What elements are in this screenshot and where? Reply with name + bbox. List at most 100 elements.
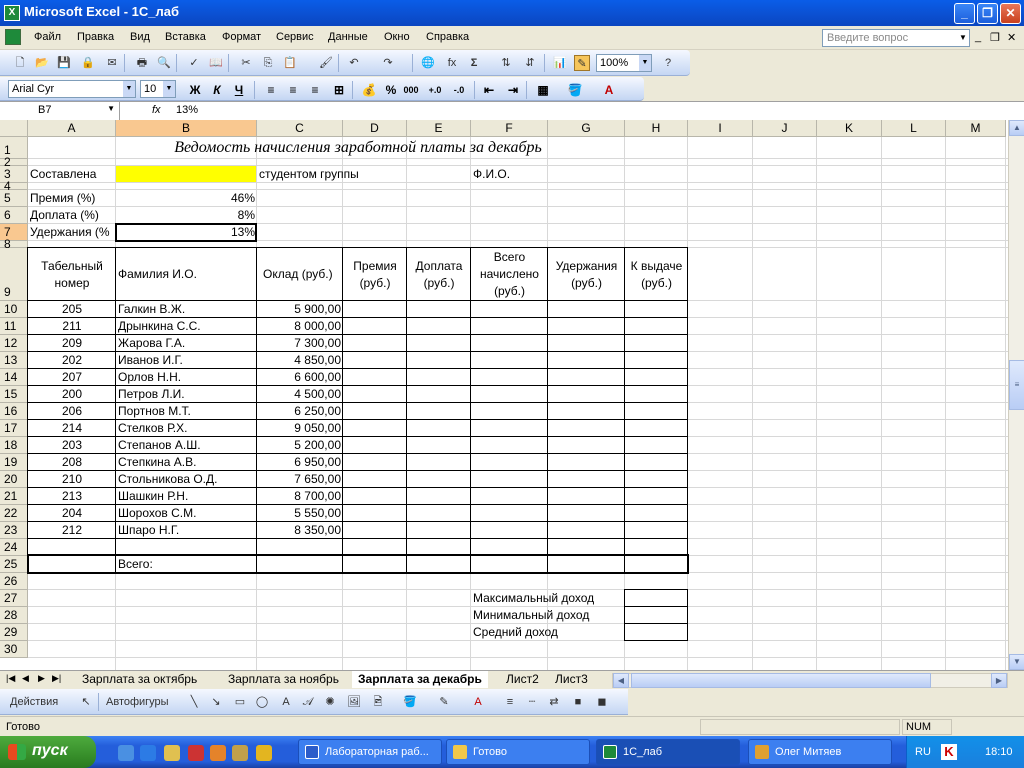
row-header-30[interactable]: 30 [0,641,28,658]
menu-file[interactable]: Файл [34,31,61,43]
chevron-down-icon[interactable]: ▼ [163,81,175,97]
prev-sheet-icon[interactable]: ◀ [22,673,29,684]
worksheet-grid[interactable]: A B C D E F G H I J K L M 1 2 3 4 5 6 7 8 9 10 11 12 13 14 15 16 17 18… [0,120,1008,670]
horizontal-scrollbar[interactable]: ◀ ▶ [612,673,1008,688]
row-header-20[interactable]: 20 [0,471,28,488]
row-header-15[interactable]: 15 [0,386,28,403]
column-header-f[interactable]: F [471,120,548,137]
picture-icon[interactable]: 🖻 [370,694,386,710]
line-color-icon[interactable]: ✎ [436,694,452,710]
chart-wizard-icon[interactable]: 📊 [552,55,568,71]
start-button[interactable]: пуск [0,736,96,768]
textbox-icon[interactable]: A [278,694,294,710]
minimize-button[interactable]: _ [954,3,975,24]
row-header-26[interactable]: 26 [0,573,28,590]
row-header-9[interactable]: 9 [0,248,28,301]
row-header-28[interactable]: 28 [0,607,28,624]
row-header-12[interactable]: 12 [0,335,28,352]
row-header-17[interactable]: 17 [0,420,28,437]
zoom-select[interactable]: 100% ▼ [596,54,652,72]
borders-icon[interactable]: ▦ [534,81,552,99]
research-icon[interactable]: 📖 [208,55,224,71]
menu-insert[interactable]: Вставка [165,31,206,43]
row-header-27[interactable]: 27 [0,590,28,607]
chevron-down-icon[interactable]: ▼ [639,55,651,71]
summary-value-box[interactable] [624,606,688,624]
sheet-tab-october[interactable]: Зарплата за октябрь [76,671,203,688]
row-header-24[interactable]: 24 [0,539,28,556]
actions-menu[interactable]: Действия [10,694,58,710]
percent-button[interactable]: % [382,81,400,99]
scroll-down-icon[interactable]: ▼ [1009,654,1024,670]
sheet-tab-list3[interactable]: Лист3 [549,671,594,688]
autoshapes-menu[interactable]: Автофигуры [106,694,169,710]
chevron-down-icon[interactable]: ▼ [123,81,135,97]
row-header-23[interactable]: 23 [0,522,28,539]
align-right-icon[interactable]: ≡ [306,81,324,99]
permission-icon[interactable]: 🔒 [80,55,96,71]
row-header-29[interactable]: 29 [0,624,28,641]
save-icon[interactable]: 💾 [56,55,72,71]
copy-icon[interactable]: ⎘ [260,55,276,71]
function-icon[interactable]: fx [444,55,460,71]
language-indicator[interactable]: RU [915,746,931,758]
column-header-k[interactable]: K [817,120,882,137]
align-center-icon[interactable]: ≡ [284,81,302,99]
line-icon[interactable]: ╲ [186,694,202,710]
row-header-18[interactable]: 18 [0,437,28,454]
column-header-b[interactable]: B [116,120,257,137]
close-button[interactable]: ✕ [1000,3,1021,24]
row-header-16[interactable]: 16 [0,403,28,420]
menu-tools[interactable]: Сервис [276,31,314,43]
task-excel[interactable]: 1С_лаб [596,739,740,765]
autosum-icon[interactable]: Σ [466,55,482,71]
summary-value-box[interactable] [624,589,688,607]
column-header-l[interactable]: L [882,120,946,137]
hscroll-thumb[interactable] [631,673,931,688]
name-box[interactable]: B7 ▼ [0,102,120,120]
highlight-cell[interactable] [116,166,256,182]
bold-button[interactable]: Ж [186,81,204,99]
row-header-19[interactable]: 19 [0,454,28,471]
hyperlink-icon[interactable]: 🌐 [420,55,436,71]
currency-icon[interactable]: 💰 [360,81,378,99]
row-header-10[interactable]: 10 [0,301,28,318]
increase-decimal-icon[interactable]: +.0 [426,81,444,99]
row-header-25[interactable]: 25 [0,556,28,573]
rectangle-icon[interactable]: ▭ [232,694,248,710]
excel-app-icon[interactable]: X [4,5,20,21]
sort-desc-icon[interactable]: ⇵ [522,55,538,71]
sheet-tab-list2[interactable]: Лист2 [500,671,545,688]
menu-window[interactable]: Окно [384,31,410,43]
spelling-icon[interactable]: ✓ [186,55,202,71]
doc-close-button[interactable]: ✕ [1007,31,1016,44]
restore-button[interactable]: ❐ [977,3,998,24]
open-icon[interactable]: 📂 [34,55,50,71]
font-color-icon[interactable]: A [470,694,486,710]
desktop-icon[interactable] [118,745,134,761]
row-header-21[interactable]: 21 [0,488,28,505]
3d-icon[interactable]: ◼ [594,694,610,710]
column-header-e[interactable]: E [407,120,471,137]
menu-data[interactable]: Данные [328,31,368,43]
arrow-icon[interactable]: ↘ [208,694,224,710]
shadow-icon[interactable]: ■ [570,694,586,710]
row-header-6[interactable]: 6 [0,207,28,224]
redo-icon[interactable]: ↷ [380,55,396,71]
sheet-tab-december[interactable]: Зарплата за декабрь [352,671,488,688]
row-header-4[interactable]: 4 [0,180,28,192]
player-icon[interactable] [256,745,272,761]
merge-center-icon[interactable]: ⊞ [330,81,348,99]
menu-view[interactable]: Вид [130,31,150,43]
scroll-right-icon[interactable]: ▶ [991,673,1007,688]
task-folder[interactable]: Готово [446,739,590,765]
drawing-toggle-icon[interactable]: ✎ [574,55,590,71]
increase-indent-icon[interactable]: ⇥ [504,81,522,99]
underline-button[interactable]: Ч [230,81,248,99]
summary-value-box[interactable] [624,623,688,641]
column-header-a[interactable]: A [28,120,116,137]
wordart-icon[interactable]: 𝒜 [300,694,316,710]
column-header-m[interactable]: M [946,120,1006,137]
font-name-select[interactable]: Arial Cyr ▼ [8,80,136,98]
thousands-button[interactable]: 000 [402,81,420,99]
